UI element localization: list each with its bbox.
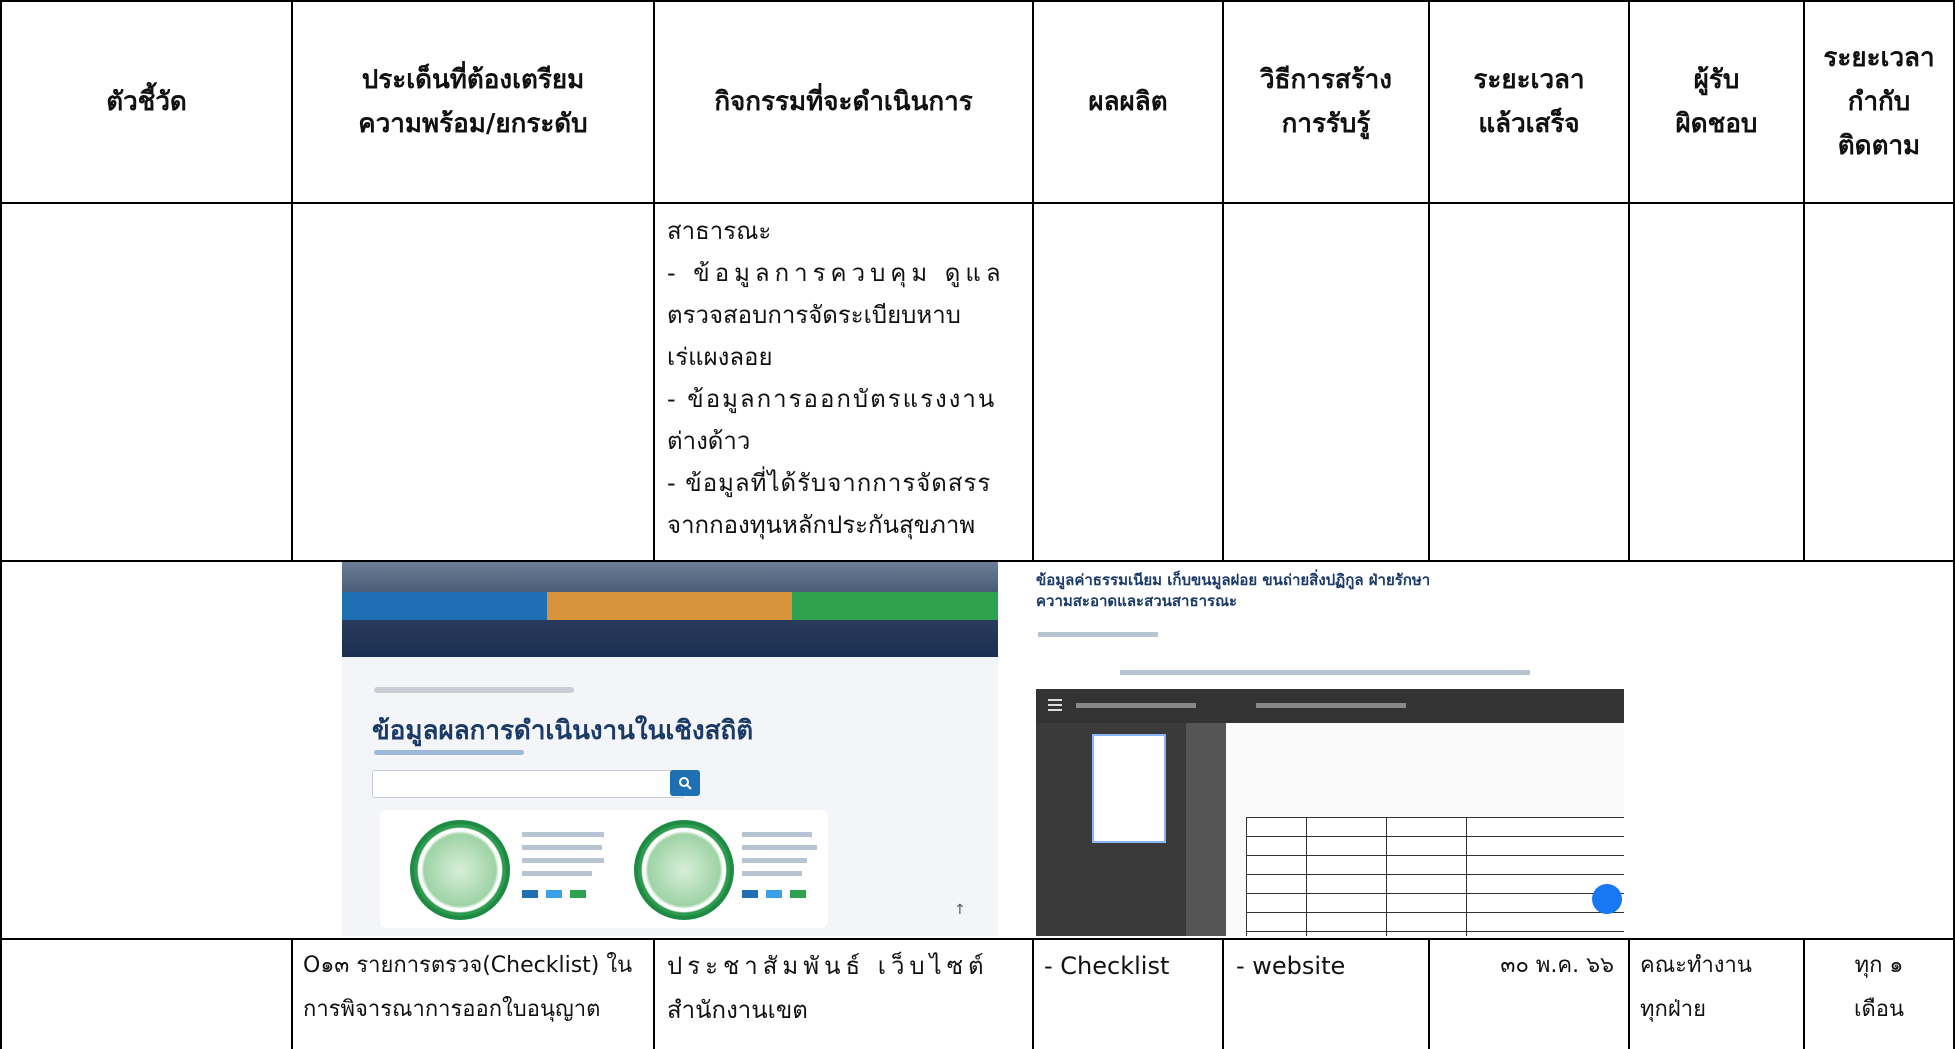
header-monitoring-period-line2: กำกับ bbox=[1847, 87, 1911, 117]
header-preparation-issue-line1: ประเด็นที่ต้องเตรียม bbox=[361, 65, 585, 95]
channel-value: - website bbox=[1236, 952, 1346, 980]
activity-line: - ข้อมูลการควบคุม ดูแล bbox=[667, 259, 1006, 287]
scroll-top-arrow-icon[interactable]: ↑ bbox=[954, 902, 966, 918]
row2-output: - Checklist bbox=[1034, 940, 1222, 1049]
row2-responsible: คณะทำงาน ทุกฝ่าย bbox=[1630, 940, 1803, 1049]
responsible-line: คณะทำงาน bbox=[1640, 953, 1752, 978]
pdf-gutter bbox=[1186, 723, 1226, 936]
header-responsible-line2: ผิดชอบ bbox=[1675, 109, 1758, 139]
activity-line: จากกองทุนหลักประกันสุขภาพ bbox=[667, 511, 976, 539]
bangkok-emblem-logo bbox=[410, 820, 510, 920]
row2-monitoring: ทุก ๑ เดือน bbox=[1805, 940, 1953, 1049]
activity-line: ตรวจสอบการจัดระเบียบหาบ bbox=[667, 301, 961, 329]
header-activities: กิจกรรมที่จะดำเนินการ bbox=[655, 2, 1032, 202]
activity-line: ต่างด้าว bbox=[667, 427, 751, 455]
output-value: - Checklist bbox=[1044, 952, 1170, 980]
menu-tab-blue[interactable] bbox=[342, 592, 547, 620]
responsible-line: ทุกฝ่าย bbox=[1640, 997, 1706, 1022]
menu-tab-green[interactable] bbox=[792, 592, 998, 620]
doc-caption bbox=[1120, 670, 1530, 675]
pdf-page-title-line2: ความสะอาดและสวนสาธารณะ bbox=[1036, 592, 1238, 610]
menu-icon[interactable] bbox=[1048, 699, 1062, 711]
page-title: ข้อมูลผลการดำเนินงานในเชิงสถิติ bbox=[372, 716, 754, 746]
website-statistics-screenshot: ข้อมูลผลการดำเนินงานในเชิงสถิติ ↑ bbox=[342, 562, 998, 936]
issue-line: O๑๓ รายการตรวจ(Checklist) ใน bbox=[303, 953, 633, 978]
header-completion-period-line1: ระยะเวลา bbox=[1473, 65, 1585, 95]
header-activities-label: กิจกรรมที่จะดำเนินการ bbox=[714, 87, 973, 117]
header-monitoring-period: ระยะเวลา กำกับ ติดตาม bbox=[1805, 2, 1953, 202]
row2-activity: ประชาสัมพันธ์ เว็บไซต์ สำนักงานเขต bbox=[655, 940, 1032, 1049]
activity-line: สาธารณะ bbox=[667, 217, 772, 245]
header-completion-period-line2: แล้วเสร็จ bbox=[1478, 109, 1580, 139]
activity-line: เร่แผงลอย bbox=[667, 343, 773, 371]
date-line bbox=[1038, 632, 1158, 637]
messenger-icon[interactable] bbox=[1592, 884, 1622, 914]
breadcrumb bbox=[374, 687, 574, 693]
row1-activities: สาธารณะ - ข้อมูลการควบคุม ดูแล ตรวจสอบกา… bbox=[655, 204, 1032, 560]
issue-line: การพิจารณาการออกใบอนุญาต bbox=[303, 997, 601, 1022]
header-preparation-issue-line2: ความพร้อม/ยกระดับ bbox=[358, 109, 588, 139]
fee-pdf-screenshot: ข้อมูลค่าธรรมเนียม เก็บขนมูลฝอย ขนถ่ายสิ… bbox=[1030, 562, 1624, 936]
activity-line: สำนักงานเขต bbox=[667, 996, 808, 1024]
header-completion-period: ระยะเวลา แล้วเสร็จ bbox=[1430, 2, 1628, 202]
header-awareness-method-line2: การรับรู้ bbox=[1281, 109, 1371, 139]
page-subtitle bbox=[374, 750, 524, 755]
search-icon bbox=[679, 777, 692, 790]
search-input[interactable] bbox=[372, 770, 684, 798]
row2-channel: - website bbox=[1224, 940, 1428, 1049]
activity-line: - ข้อมูลที่ได้รับจากการจัดสรร bbox=[667, 469, 992, 497]
card-text-lines bbox=[742, 832, 822, 898]
monitoring-line: เดือน bbox=[1853, 997, 1905, 1022]
header-monitoring-period-line3: ติดตาม bbox=[1837, 131, 1921, 161]
activity-line: ประชาสัมพันธ์ เว็บไซต์ bbox=[667, 952, 989, 980]
header-indicator-label: ตัวชี้วัด bbox=[106, 87, 187, 117]
row2-issue: O๑๓ รายการตรวจ(Checklist) ใน การพิจารณาก… bbox=[293, 940, 653, 1049]
menu-tab-orange[interactable] bbox=[547, 592, 792, 620]
activity-line: - ข้อมูลการออกบัตรแรงงาน bbox=[667, 385, 997, 413]
header-output-label: ผลผลิต bbox=[1088, 87, 1168, 117]
header-indicator: ตัวชี้วัด bbox=[2, 2, 291, 202]
row2-deadline: ๓๐ พ.ค. ๖๖ bbox=[1430, 940, 1628, 1049]
header-responsible: ผู้รับ ผิดชอบ bbox=[1630, 2, 1803, 202]
header-preparation-issue: ประเด็นที่ต้องเตรียม ความพร้อม/ยกระดับ bbox=[293, 2, 653, 202]
pdf-thumbnail[interactable] bbox=[1092, 734, 1166, 843]
monitoring-line: ทุก ๑ bbox=[1854, 953, 1904, 978]
deadline-value: ๓๐ พ.ค. ๖๖ bbox=[1500, 953, 1614, 978]
pdf-page bbox=[1226, 723, 1624, 936]
pdf-toolbar bbox=[1036, 689, 1624, 723]
search-button[interactable] bbox=[670, 770, 700, 796]
header-awareness-method-line1: วิธีการสร้าง bbox=[1260, 65, 1392, 95]
header-output: ผลผลิต bbox=[1034, 2, 1222, 202]
header-responsible-line1: ผู้รับ bbox=[1693, 65, 1740, 95]
header-monitoring-period-line1: ระยะเวลา bbox=[1823, 43, 1935, 73]
bangkok-emblem-logo bbox=[634, 820, 734, 920]
header-awareness-method: วิธีการสร้าง การรับรู้ bbox=[1224, 2, 1428, 202]
